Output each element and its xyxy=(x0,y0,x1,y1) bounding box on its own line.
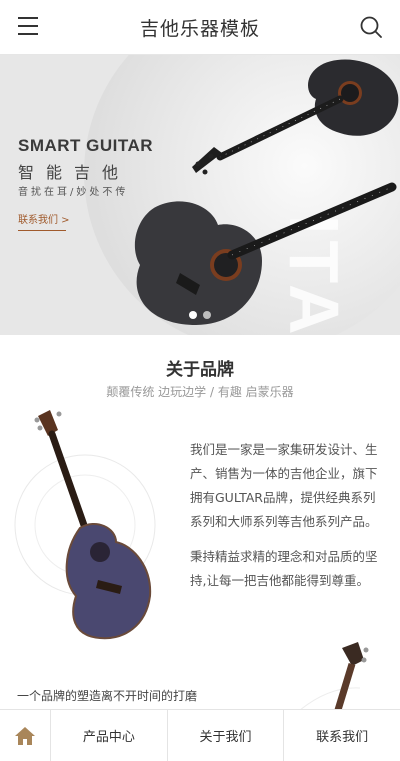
header: 吉他乐器模板 xyxy=(0,0,400,55)
second-guitar-image xyxy=(300,642,369,710)
carousel-dot-2[interactable] xyxy=(203,311,211,319)
nav-contact[interactable]: 联系我们 xyxy=(284,710,400,761)
banner-subheading: 智能吉他 xyxy=(18,163,131,182)
about-paragraph-1: 我们是一家是一家集研发设计、生产、销售为一体的吉他企业，旗下拥有GULTAR品牌… xyxy=(190,442,378,529)
nav-about[interactable]: 关于我们 xyxy=(168,710,285,761)
carousel-dots xyxy=(189,311,211,319)
nav-home[interactable] xyxy=(0,710,51,761)
banner-slogan: 音扰在耳/妙处不传 xyxy=(18,187,129,198)
hamburger-menu-icon[interactable] xyxy=(18,17,38,35)
brand-guitar-image xyxy=(14,410,156,640)
search-icon[interactable] xyxy=(360,16,382,38)
nav-products[interactable]: 产品中心 xyxy=(51,710,168,761)
hero-banner[interactable]: ITAR SMART GUITAR 智能吉他 音扰在耳/妙处不传 联系我们 > xyxy=(0,55,400,335)
home-icon xyxy=(15,726,35,745)
about-paragraph-2: 秉持精益求精的理念和对品质的坚持,让每一把吉他都能得到尊重。 xyxy=(190,549,378,588)
brand-slogan: 一个品牌的塑造离不开时间的打磨 xyxy=(17,689,198,703)
bottom-navigation: 产品中心 关于我们 联系我们 xyxy=(0,709,400,761)
page-title: 吉他乐器模板 xyxy=(139,17,260,40)
section-subtitle: 颠覆传统 边玩边学 / 有趣 启蒙乐器 xyxy=(106,385,294,399)
contact-us-link[interactable]: 联系我们 > xyxy=(18,211,70,231)
banner-heading: SMART GUITAR xyxy=(18,136,154,155)
carousel-dot-1[interactable] xyxy=(189,311,197,319)
section-title: 关于品牌 xyxy=(166,360,234,380)
